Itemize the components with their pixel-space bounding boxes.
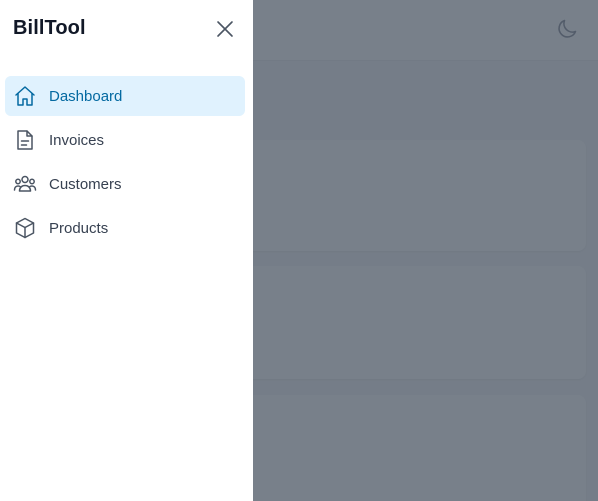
sidebar-item-label: Products xyxy=(49,219,109,237)
app-title: BillTool xyxy=(13,17,86,39)
sidebar-item-label: Invoices xyxy=(49,131,105,149)
sidebar-item-label: Dashboard xyxy=(49,87,123,105)
sidebar-item-products[interactable]: Products xyxy=(5,208,245,248)
sidebar-item-dashboard[interactable]: Dashboard xyxy=(5,76,245,116)
home-icon xyxy=(13,84,37,108)
sidebar-drawer: BillTool Dashboard Invoices Customers Pr… xyxy=(0,0,253,501)
sidebar-item-label: Customers xyxy=(49,175,122,193)
sidebar-item-invoices[interactable]: Invoices xyxy=(5,120,245,160)
close-icon xyxy=(217,21,233,37)
sidebar-nav: Dashboard Invoices Customers Products xyxy=(5,76,245,252)
sidebar-item-customers[interactable]: Customers xyxy=(5,164,245,204)
users-icon xyxy=(13,172,37,196)
cube-icon xyxy=(13,216,37,240)
document-icon xyxy=(13,128,37,152)
close-drawer-button[interactable] xyxy=(212,16,238,42)
